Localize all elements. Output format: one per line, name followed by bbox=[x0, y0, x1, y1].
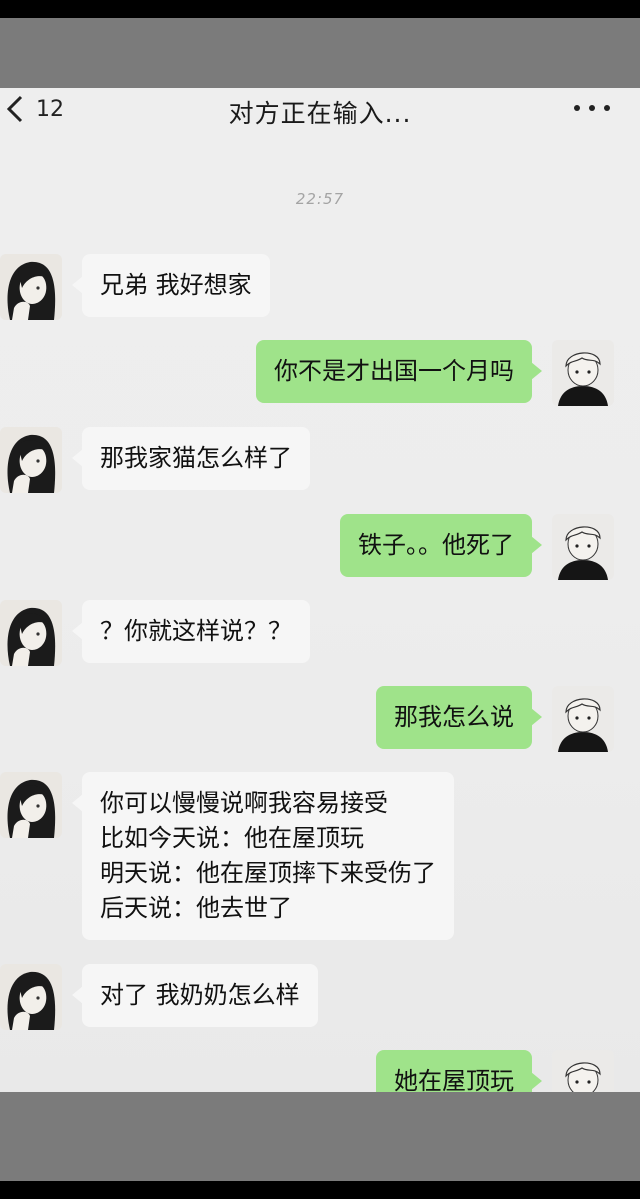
contact-avatar[interactable] bbox=[0, 964, 62, 1030]
sent-message-bubble: 你不是才出国一个月吗 bbox=[256, 340, 542, 403]
video-frame-band-bottom bbox=[0, 1092, 640, 1181]
sent-message-bubble: 那我怎么说 bbox=[376, 686, 542, 749]
girl-avatar-icon bbox=[0, 600, 62, 666]
video-frame-top bbox=[0, 0, 640, 18]
girl-avatar-icon bbox=[0, 964, 62, 1030]
contact-avatar[interactable] bbox=[0, 427, 62, 493]
chat-screen: 12 对方正在输入... 22:57 兄弟 我好想家 你不是才出国一个月吗 那我… bbox=[0, 88, 640, 1092]
boy-avatar-icon bbox=[552, 1050, 614, 1092]
sent-message-bubble: 她在屋顶玩 bbox=[376, 1050, 542, 1092]
my-avatar[interactable] bbox=[552, 340, 614, 406]
video-frame-bottom bbox=[0, 1181, 640, 1199]
received-message-bubble: 你可以慢慢说啊我容易接受 比如今天说：他在屋顶玩 明天说：他在屋顶摔下来受伤了 … bbox=[72, 772, 454, 940]
girl-avatar-icon bbox=[0, 254, 62, 320]
my-avatar[interactable] bbox=[552, 686, 614, 752]
sent-message-bubble: 铁子。。他死了 bbox=[340, 514, 542, 577]
received-message-bubble: 兄弟 我好想家 bbox=[72, 254, 270, 317]
more-options-icon[interactable] bbox=[574, 96, 610, 120]
my-avatar[interactable] bbox=[552, 1050, 614, 1092]
boy-avatar-icon bbox=[552, 340, 614, 406]
boy-avatar-icon bbox=[552, 514, 614, 580]
contact-avatar[interactable] bbox=[0, 254, 62, 320]
received-message-bubble: ？你就这样说？？ bbox=[72, 600, 310, 663]
chat-title: 对方正在输入... bbox=[228, 99, 412, 128]
contact-avatar[interactable] bbox=[0, 772, 62, 838]
received-message-bubble: 对了 我奶奶怎么样 bbox=[72, 964, 318, 1027]
chat-header: 12 对方正在输入... bbox=[0, 88, 640, 133]
girl-avatar-icon bbox=[0, 427, 62, 493]
my-avatar[interactable] bbox=[552, 514, 614, 580]
boy-avatar-icon bbox=[552, 686, 614, 752]
message-timestamp: 22:57 bbox=[295, 190, 345, 208]
video-frame-band-top bbox=[0, 18, 640, 88]
contact-avatar[interactable] bbox=[0, 600, 62, 666]
received-message-bubble: 那我家猫怎么样了 bbox=[72, 427, 310, 490]
girl-avatar-icon bbox=[0, 772, 62, 838]
